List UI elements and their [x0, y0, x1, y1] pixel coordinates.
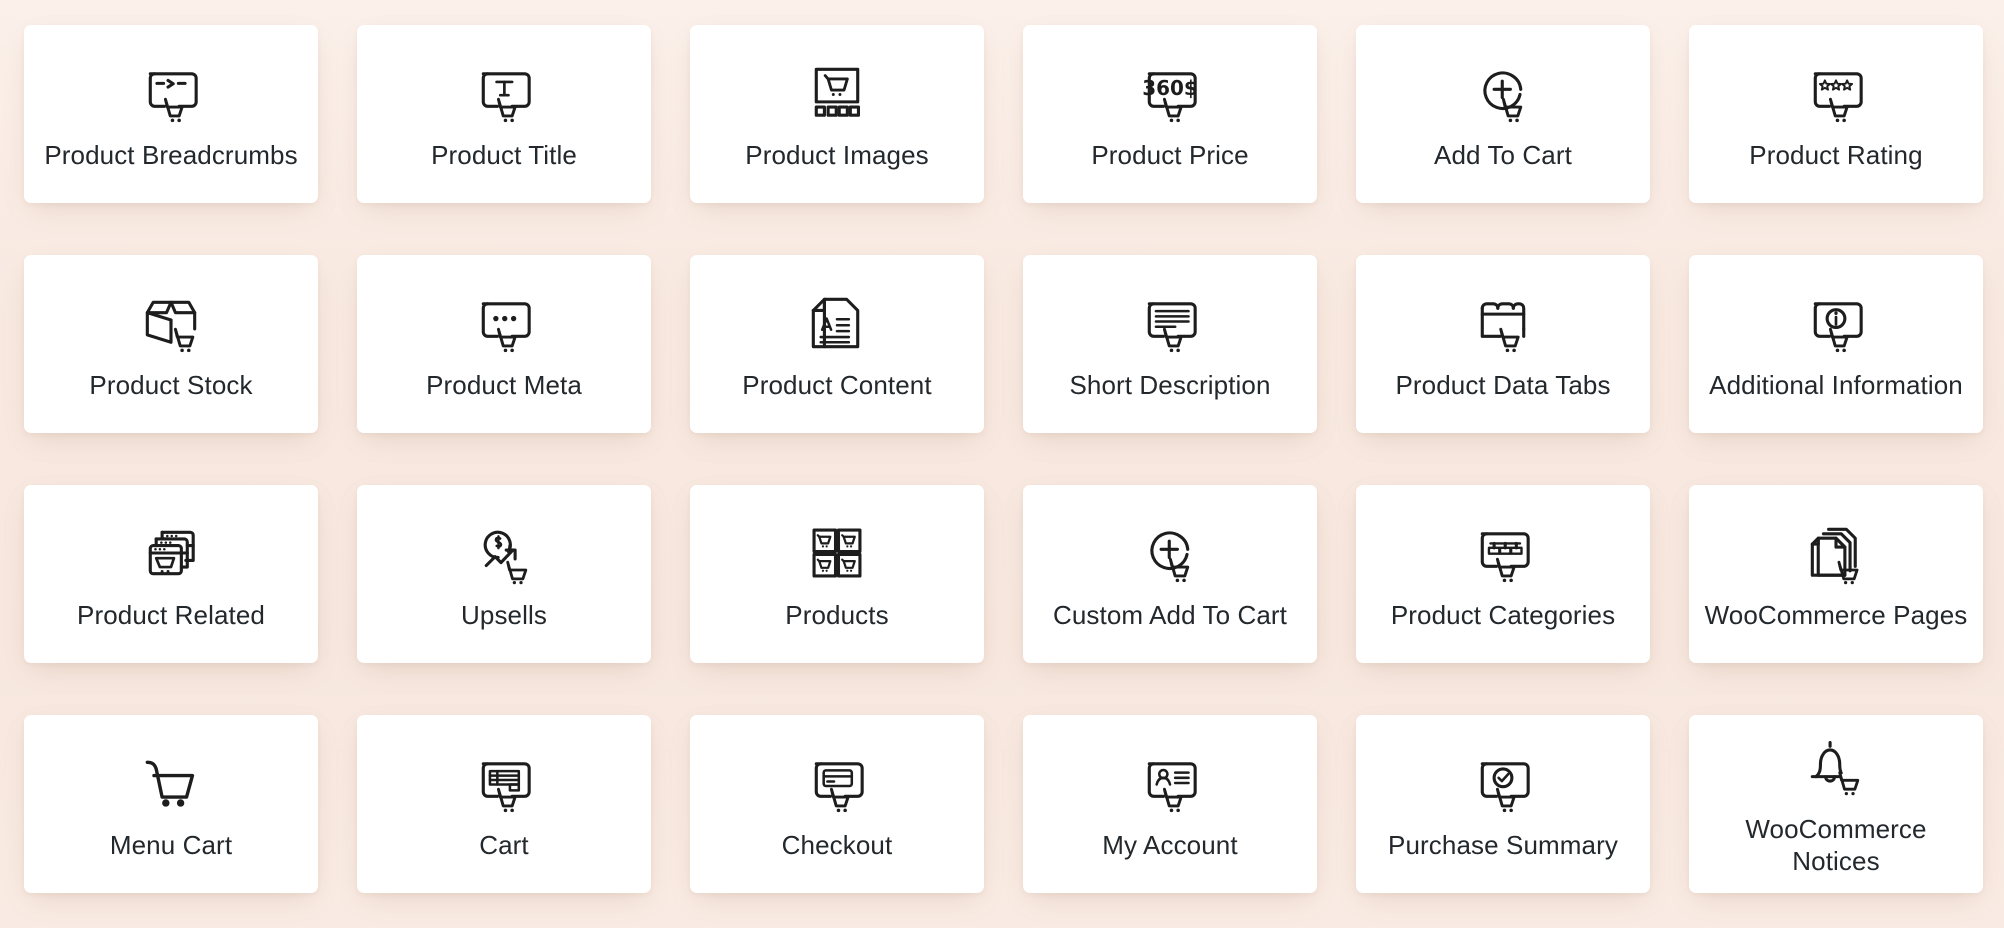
text-lines-cart-icon — [1131, 286, 1209, 360]
widget-card-label: WooCommerce Pages — [1704, 600, 1968, 631]
info-circle-cart-icon — [1797, 286, 1875, 360]
widget-card-label: Product Rating — [1749, 140, 1923, 171]
widget-card[interactable]: Product Images — [690, 25, 984, 203]
widget-card-label: Product Stock — [89, 370, 253, 401]
widget-card-label: WooCommerce Notices — [1745, 814, 1927, 876]
widget-card-label: Upsells — [461, 600, 547, 631]
widget-grid: Product Breadcrumbs Product Title Produc… — [0, 0, 2004, 893]
gallery-cart-icon — [798, 56, 876, 130]
title-text-cart-icon — [465, 56, 543, 130]
widget-card-label: Product Content — [742, 370, 932, 401]
widget-card[interactable]: Menu Cart — [24, 715, 318, 893]
widget-card-label: Add To Cart — [1434, 140, 1572, 171]
breadcrumbs-cart-icon — [132, 56, 210, 130]
dollar-growth-arrow-cart-icon — [465, 516, 543, 590]
widget-card-label: Product Images — [745, 140, 929, 171]
widget-card[interactable]: Product Data Tabs — [1356, 255, 1650, 433]
widget-card[interactable]: Product Related — [24, 485, 318, 663]
widget-card-label: Checkout — [781, 830, 893, 861]
widget-card[interactable]: Additional Information — [1689, 255, 1983, 433]
widget-card[interactable]: Product Rating — [1689, 25, 1983, 203]
widget-card-label: Product Title — [431, 140, 577, 171]
widget-card-label: Product Meta — [426, 370, 582, 401]
four-cart-squares-icon — [798, 516, 876, 590]
widget-card[interactable]: Purchase Summary — [1356, 715, 1650, 893]
widget-card[interactable]: WooCommerce Pages — [1689, 485, 1983, 663]
widget-card[interactable]: Custom Add To Cart — [1023, 485, 1317, 663]
stacked-pages-cart-icon — [1797, 516, 1875, 590]
widget-card[interactable]: Add To Cart — [1356, 25, 1650, 203]
widget-card[interactable]: Upsells — [357, 485, 651, 663]
widget-card-label: Product Categories — [1390, 600, 1616, 631]
folder-tabs-cart-icon — [1464, 286, 1542, 360]
widget-card[interactable]: 360$ Product Price — [1023, 25, 1317, 203]
widget-card-label: Product Price — [1091, 140, 1249, 171]
cart-table-cart-icon — [465, 746, 543, 820]
widget-card[interactable]: Checkout — [690, 715, 984, 893]
widget-card[interactable]: Product Categories — [1356, 485, 1650, 663]
plus-circle-cart-icon — [1464, 56, 1542, 130]
widget-card[interactable]: Products — [690, 485, 984, 663]
widget-card-label: Product Breadcrumbs — [44, 140, 298, 171]
widget-card-label: Purchase Summary — [1388, 830, 1618, 861]
widget-card-label: Product Data Tabs — [1395, 370, 1611, 401]
widget-card[interactable]: Product Stock — [24, 255, 318, 433]
widget-card[interactable]: Cart — [357, 715, 651, 893]
dots-cart-icon — [465, 286, 543, 360]
widget-card-label: Menu Cart — [109, 830, 233, 861]
open-box-cart-icon — [132, 286, 210, 360]
widget-card[interactable]: Product Meta — [357, 255, 651, 433]
stacked-windows-cart-icon — [132, 516, 210, 590]
widget-card-label: Product Related — [77, 600, 265, 631]
widget-card[interactable]: Short Description — [1023, 255, 1317, 433]
price-360-dollar-cart-icon: 360$ — [1131, 56, 1209, 130]
widget-card-label: Products — [785, 600, 889, 631]
credit-card-cart-icon — [798, 746, 876, 820]
widget-card[interactable]: Product Breadcrumbs — [24, 25, 318, 203]
stars-cart-icon — [1797, 56, 1875, 130]
widget-card-label: Additional Information — [1709, 370, 1963, 401]
user-card-cart-icon — [1131, 746, 1209, 820]
widget-card[interactable]: Product Title — [357, 25, 651, 203]
plus-circle-cart-icon — [1131, 516, 1209, 590]
svg-text:360$: 360$ — [1142, 76, 1198, 100]
document-a-lines-icon — [798, 286, 876, 360]
widget-card[interactable]: WooCommerce Notices — [1689, 715, 1983, 893]
widget-card-label: My Account — [1102, 830, 1238, 861]
widget-card-label: Cart — [479, 830, 529, 861]
check-circle-cart-icon — [1464, 746, 1542, 820]
categories-tree-cart-icon — [1464, 516, 1542, 590]
bell-cart-icon — [1797, 730, 1875, 804]
widget-card[interactable]: My Account — [1023, 715, 1317, 893]
widget-card-label: Custom Add To Cart — [1053, 600, 1287, 631]
widget-card[interactable]: Product Content — [690, 255, 984, 433]
shopping-cart-icon — [132, 746, 210, 820]
widget-card-label: Short Description — [1069, 370, 1271, 401]
